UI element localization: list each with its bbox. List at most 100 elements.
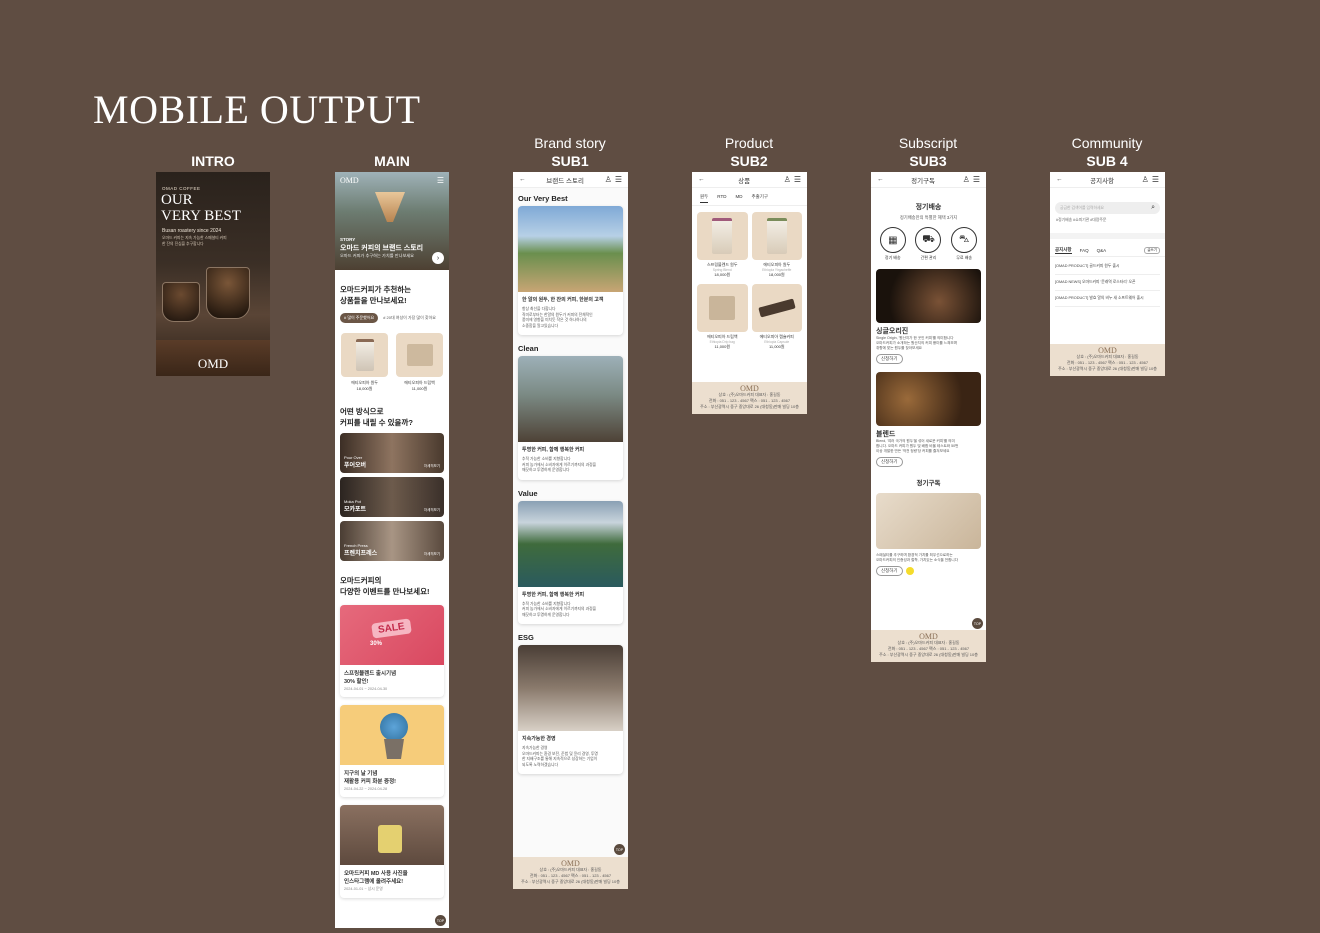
search-box[interactable]: 궁금한 검색어를 입력하세요 ⌕	[1055, 202, 1160, 214]
column-heading-intro: INTRO	[191, 153, 235, 169]
top-button[interactable]: TOP	[435, 915, 446, 926]
main-hero[interactable]: OMD ☰ STORY 오마드 커피의 브랜드 스토리 오마드 커피가 추구하는…	[335, 172, 449, 270]
chip-women[interactable]: # 20대 여성이 가장 많이 찾아요	[381, 313, 438, 323]
notice-row[interactable]: [OMAD NEWS] 오마드커피 '문래역 로스터리' 오픈	[1055, 275, 1160, 291]
tab-notice[interactable]: 공지사항	[1055, 247, 1072, 254]
brew-card-pour-over[interactable]: Pour Over 푸어오버 자세히보기	[340, 433, 444, 473]
apply-button[interactable]: 신청하기	[876, 566, 903, 576]
subscribe-title: 정기배송	[915, 204, 942, 211]
product-card[interactable]: 에티오피아 드립백 11,000원	[396, 333, 443, 392]
intro-tagline: Busan roastery since 2024	[162, 228, 222, 234]
back-arrow-icon[interactable]: ←	[519, 176, 526, 183]
brew-title: 어떤 방식으로 커피를 내릴 수 있을까?	[340, 407, 413, 427]
user-icon[interactable]: ♙	[784, 175, 791, 184]
story-card: 지속가능한 경영 지속가능한 경영 오마드커피는 환경 보전, 준법 및 윤리 경…	[518, 645, 623, 774]
user-icon[interactable]: ♙	[1142, 175, 1149, 184]
intro-screen: OMAD COFFEE OUR VERY BEST Busan roastery …	[156, 172, 270, 376]
user-icon[interactable]: ♙	[963, 175, 970, 184]
top-button[interactable]: TOP	[972, 618, 983, 629]
event-card-earth-day[interactable]: 지구의 날 기념 재활용 커피 화분 증정! 2024-04-22 ~ 2024-…	[340, 705, 444, 797]
menu-icon[interactable]: ☰	[794, 175, 801, 184]
search-tags: #정기배송 #쇼피기관 #대량주문	[1056, 218, 1107, 222]
top-button[interactable]: TOP	[614, 844, 625, 855]
product-card[interactable]: 에티오피아 원두 18,000원	[341, 333, 388, 392]
story-card: 투명한 커피, 함께 행복한 커피 추적 가능한 소비를 지향합니다 커피 농가에…	[518, 500, 623, 624]
back-arrow-icon[interactable]: ←	[877, 176, 884, 183]
footer: OMD 상호 : (주)오마드커피 대표자 : 홍길동 전화 : 051 - 123…	[513, 857, 628, 889]
sub2-header: ← 상품 ♙ ☰	[692, 172, 807, 188]
menu-icon[interactable]: ☰	[973, 175, 980, 184]
main-logo[interactable]: OMD	[340, 176, 359, 185]
tab-md[interactable]: MD	[735, 194, 742, 203]
apply-button[interactable]: 신청하기	[876, 354, 903, 364]
hero-title: 오마드 커피의 브랜드 스토리	[340, 245, 424, 252]
notice-row[interactable]: [OMAD PRODUCT] 골드커피 원두 출시	[1055, 259, 1160, 275]
page-title: MOBILE OUTPUT	[93, 87, 421, 132]
truck-icon: ⛍	[951, 227, 978, 253]
sub1-screen: ← 브랜드 스토리 ♙ ☰ Our Very Best 한 알의 원두, 한 잔의…	[513, 172, 628, 889]
hero-next-button[interactable]: ›	[432, 252, 444, 264]
sub3-screen: ← 정기구독 ♙ ☰ 정기배송 정기배송만의 특별한 혜택 3가지 ▦ 정기 배송 …	[871, 172, 986, 662]
sub4-screen: ← 공지사항 ♙ ☰ 궁금한 검색어를 입력하세요 ⌕ #정기배송 #쇼피기관 #…	[1050, 172, 1165, 376]
intro-logo: OMD	[197, 356, 229, 371]
product-tabs: 원두 RTD MD 추출기구	[692, 188, 807, 206]
blend-image	[876, 372, 981, 426]
hero-subtitle: 오마드 커피가 추구하는 가치를 만나보세요	[340, 253, 415, 258]
tab-tools[interactable]: 추출기구	[751, 194, 768, 203]
main-screen: OMD ☰ STORY 오마드 커피의 브랜드 스토리 오마드 커피가 추구하는…	[335, 172, 449, 928]
event-title: 오마드커피의 다양한 이벤트를 만나보세요!	[340, 576, 430, 596]
section-label: Clean	[518, 344, 539, 353]
product-item[interactable]: 에티오피아 원두 Ethiopia Yirgacheffe 18,000원	[751, 212, 802, 278]
recommend-title: 오마드커피가 추천하는 상품들을 만나보세요!	[340, 285, 412, 305]
product-item[interactable]: 스프링블렌드 원두 Spring Blend 18,000원	[697, 212, 748, 278]
product-item[interactable]: 에티오피아 캡슐커피 Ethiopia Capsule 11,000원	[751, 284, 802, 350]
sub4-header-title: 공지사항	[1090, 177, 1115, 185]
search-input[interactable]: 궁금한 검색어를 입력하세요	[1060, 206, 1104, 211]
product-item[interactable]: 에티오피아 드립백 Ethiopia Drip bag 11,000원	[697, 284, 748, 350]
back-arrow-icon[interactable]: ←	[1056, 176, 1063, 183]
story-image	[518, 645, 623, 731]
back-arrow-icon[interactable]: ←	[698, 176, 705, 183]
tab-qna[interactable]: Q&A	[1097, 248, 1107, 253]
tab-beans[interactable]: 원두	[700, 194, 709, 203]
benefit-item: ⛍ 무료 배송	[951, 227, 978, 261]
tab-rtd[interactable]: RTD	[717, 194, 726, 203]
calendar-icon: ▦	[879, 227, 906, 253]
user-icon[interactable]: ♙	[605, 175, 612, 184]
benefit-item: ⛟ 간편 관리	[915, 227, 942, 261]
event-card-md[interactable]: 오마드커피 MD 사용 사진을 인스타그램에 올려주세요! 2024-01-01 …	[340, 805, 444, 898]
sub1-header: ← 브랜드 스토리 ♙ ☰	[513, 172, 628, 188]
menu-icon[interactable]: ☰	[1152, 175, 1159, 184]
story-image	[518, 206, 623, 292]
sub1-header-title: 브랜드 스토리	[546, 177, 584, 185]
menu-icon[interactable]: ☰	[615, 175, 622, 184]
single-origin-title: 싱글오리진	[876, 328, 909, 335]
dripper-image	[375, 192, 405, 222]
coffee-glass-image	[162, 282, 200, 322]
brew-card-french-press[interactable]: French Press 프렌치프레스 자세히보기	[340, 521, 444, 561]
blend-title: 블렌드	[876, 431, 896, 438]
notice-row[interactable]: [OMAD PRODUCT] 발효 알의 비누 새 소프트웨어 출시	[1055, 291, 1160, 307]
event-card-sale[interactable]: SALE 30% 스프링블렌드 출시기념 30% 할인! 2024-04-01 ~…	[340, 605, 444, 697]
footer: OMD 상호 : (주)오마드커피 대표자 : 홍길동 전화 : 051 - 123…	[692, 382, 807, 414]
footer: OMD 상호 : (주)오마드커피 대표자 : 홍길동 전화 : 051 - 123…	[1050, 344, 1165, 376]
write-button[interactable]: 글쓰기	[1144, 247, 1160, 254]
apply-button[interactable]: 신청하기	[876, 457, 903, 467]
menu-icon[interactable]: ☰	[437, 176, 444, 185]
column-heading-sub2: Product SUB2	[724, 135, 774, 169]
kakao-icon[interactable]	[905, 567, 914, 575]
sub3-header: ← 정기구독 ♙ ☰	[871, 172, 986, 188]
subscription-image	[876, 493, 981, 549]
intro-brand: OMAD COFFEE	[162, 186, 201, 191]
sub3-header-title: 정기구독	[911, 177, 936, 185]
tab-faq[interactable]: FAQ	[1080, 248, 1089, 253]
hero-tag: STORY	[340, 237, 356, 242]
brew-card-moka-pot[interactable]: Moka Pot 모카포트 자세히보기	[340, 477, 444, 517]
sub2-header-title: 상품	[738, 177, 751, 185]
search-icon[interactable]: ⌕	[1151, 204, 1155, 212]
intro-desc: 오마드 커피는 지속 가능한 스페셜티 커피 한 잔의 진심을 추구합니다	[162, 236, 227, 246]
chip-popular[interactable]: # 많이 주문했어요	[340, 313, 379, 323]
single-origin-image	[876, 269, 981, 323]
section-label: ESG	[518, 633, 534, 642]
section-label: Value	[518, 488, 538, 498]
